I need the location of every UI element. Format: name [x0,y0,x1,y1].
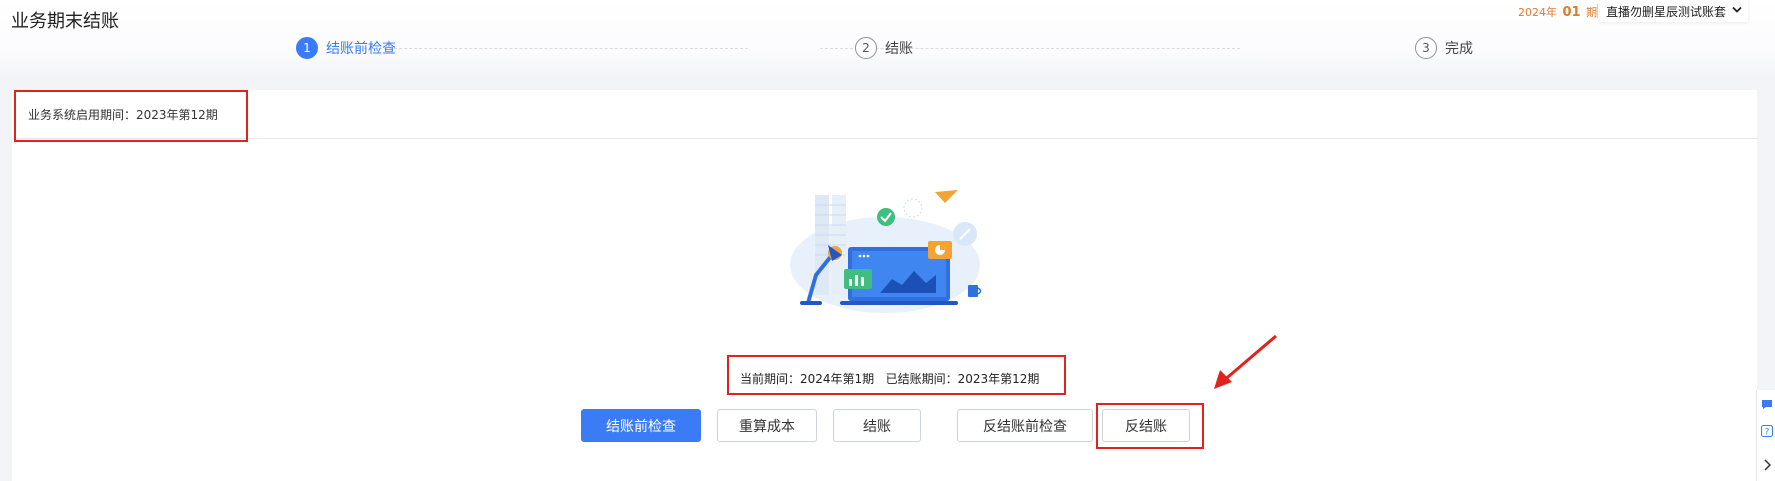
precheck-button[interactable]: 结账前检查 [581,409,701,442]
card-header: 业务系统启用期间：2023年第12期 [12,90,1757,139]
step-label: 结账 [885,41,913,57]
svg-text:?: ? [1764,427,1769,437]
step-connector [364,48,748,49]
reverse-close-button[interactable]: 反结账 [1102,409,1190,442]
period-unit: 期 [1586,6,1598,19]
step-label: 完成 [1445,41,1473,57]
step-close: 2 结账 [855,36,913,60]
step-number: 1 [296,37,318,59]
chevron-down-icon [1732,6,1742,17]
side-toolbar: ? [1756,390,1775,481]
reverse-precheck-button[interactable]: 反结账前检查 [957,409,1093,442]
step-number: 2 [855,37,877,59]
step-label: 结账前检查 [326,41,396,57]
account-name: 直播勿删星辰测试账套 [1606,4,1727,19]
chevron-right-icon[interactable] [1760,458,1773,471]
close-books-button[interactable]: 结账 [833,409,921,442]
step-number: 3 [1415,37,1437,59]
current-period-indicator[interactable]: 2024年 01 期 [1518,4,1597,20]
help-icon[interactable]: ? [1760,424,1773,437]
progress-steps: 1 结账前检查 2 结账 3 完成 [0,36,1775,62]
annotation-arrow-icon [1214,334,1277,389]
account-selector[interactable]: 直播勿删星辰测试账套 [1600,0,1749,22]
step-complete: 3 完成 [1415,36,1473,60]
page-title: 业务期末结账 [11,11,119,32]
top-bar: 业务期末结账 2024年 01 期 直播勿删星辰测试账套 1 结账前检查 2 结… [0,0,1775,76]
step-precheck: 1 结账前检查 [296,36,396,60]
period-year: 2024年 [1518,6,1557,19]
highlight-box [14,90,248,142]
closing-illustration [790,190,982,313]
period-number: 01 [1562,5,1581,20]
recalc-cost-button[interactable]: 重算成本 [717,409,817,442]
current-closed-period-text: 当前期间：2024年第1期 已结账期间：2023年第12期 [740,372,1040,386]
chat-icon[interactable] [1760,398,1773,411]
header-divider [1597,4,1598,18]
